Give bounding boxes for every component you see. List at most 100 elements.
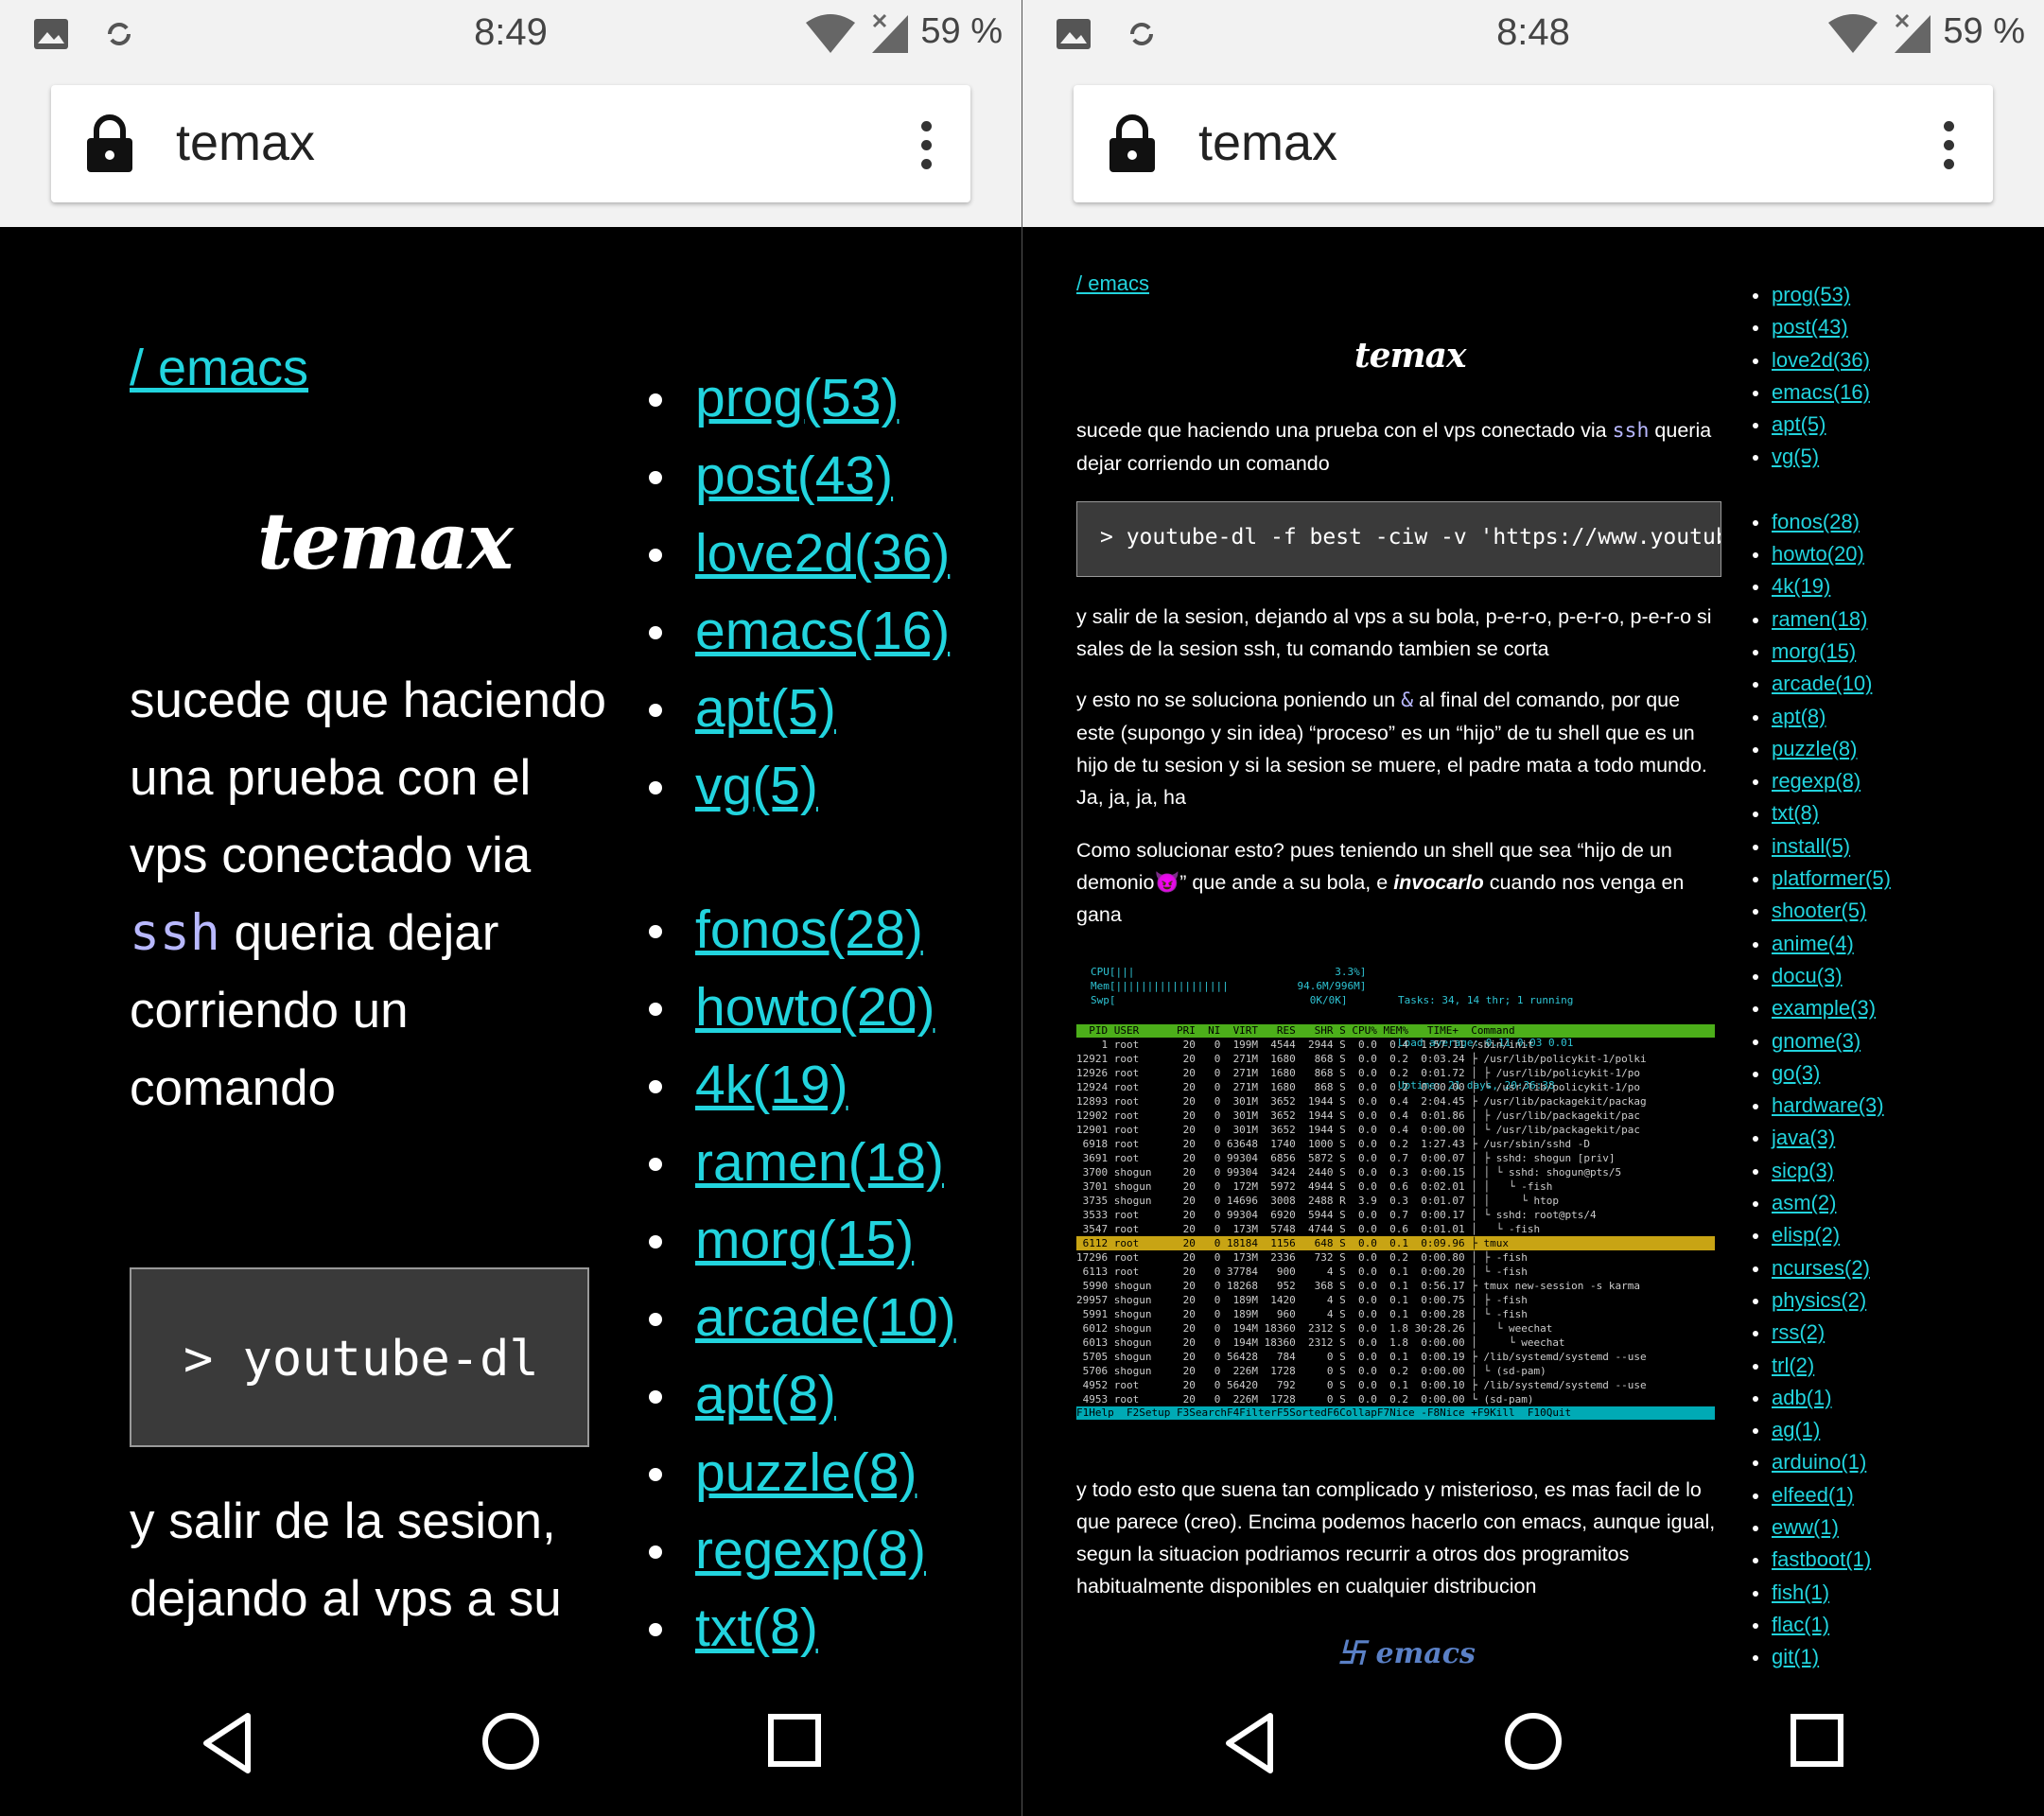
tag-link[interactable]: regexp(8) — [695, 1520, 926, 1580]
tag-link[interactable]: platformer(5) — [1772, 866, 1891, 890]
battery-percentage: 59 % — [920, 11, 1003, 51]
tag-link[interactable]: post(43) — [695, 445, 893, 506]
post-paragraph: y esto no se soluciona poniendo un & al … — [1076, 684, 1720, 813]
emacs-logo-text: emacs — [1375, 1637, 1476, 1670]
tag-link[interactable]: arcade(10) — [1772, 672, 1872, 695]
tag-link[interactable]: arcade(10) — [695, 1287, 956, 1348]
tag-link[interactable]: love2d(36) — [1772, 348, 1870, 372]
url-bar[interactable]: temax — [51, 85, 970, 202]
tag-link[interactable]: ag(1) — [1772, 1418, 1820, 1441]
tag-link[interactable]: ncurses(2) — [1772, 1256, 1870, 1280]
htop-process-row: 3701 shogun 20 0 172M 5972 4944 S 0.0 0.… — [1076, 1180, 1553, 1193]
tag-link[interactable]: post(43) — [1772, 315, 1848, 339]
tag-link[interactable]: apt(5) — [695, 678, 836, 739]
breadcrumb-link[interactable]: / emacs — [130, 339, 308, 397]
tag-link[interactable]: apt(8) — [695, 1365, 836, 1425]
tag-item: eww(1) — [1751, 1511, 1891, 1544]
more-options-icon[interactable] — [921, 121, 933, 178]
tag-link[interactable]: love2d(36) — [695, 523, 950, 584]
htop-process-row: 3735 shogun 20 0 14696 3008 2488 R 3.9 0… — [1076, 1195, 1559, 1207]
tag-item: regexp(8) — [1751, 765, 1891, 797]
tag-list: prog(53) post(43) love2d(36) emacs(16) a… — [643, 359, 956, 1667]
lock-icon — [1109, 114, 1155, 172]
tag-link[interactable]: asm(2) — [1772, 1191, 1836, 1214]
tag-item: physics(2) — [1751, 1284, 1891, 1317]
tag-link[interactable]: vg(5) — [1772, 445, 1819, 468]
recents-icon[interactable] — [766, 1712, 823, 1769]
tag-link[interactable]: install(5) — [1772, 834, 1850, 858]
site-logo: temax — [257, 497, 514, 587]
url-text[interactable]: temax — [1198, 114, 1337, 172]
tag-link[interactable]: apt(8) — [1772, 705, 1826, 728]
tag-link[interactable]: anime(4) — [1772, 932, 1854, 955]
tag-link[interactable]: shooter(5) — [1772, 899, 1866, 922]
htop-process-row: 5706 shogun 20 0 226M 1728 0 S 0.0 0.2 0… — [1076, 1365, 1546, 1377]
tag-link[interactable]: adb(1) — [1772, 1386, 1832, 1409]
tag-item: arduino(1) — [1751, 1446, 1891, 1478]
tag-link[interactable]: morg(15) — [695, 1210, 914, 1270]
signal-icon — [872, 13, 908, 53]
more-options-icon[interactable] — [1944, 121, 1955, 178]
tag-link[interactable]: fonos(28) — [1772, 510, 1860, 533]
tag-link[interactable]: elisp(2) — [1772, 1223, 1840, 1247]
tag-link[interactable]: flac(1) — [1772, 1613, 1829, 1636]
tag-link[interactable]: howto(20) — [1772, 542, 1864, 566]
tag-link[interactable]: emacs(16) — [1772, 380, 1870, 404]
tag-link[interactable]: ramen(18) — [1772, 607, 1867, 631]
tag-link[interactable]: txt(8) — [1772, 801, 1819, 825]
tag-link[interactable]: sicp(3) — [1772, 1159, 1834, 1182]
tag-link[interactable]: eww(1) — [1772, 1515, 1839, 1539]
recents-icon[interactable] — [1789, 1712, 1845, 1769]
tag-link[interactable]: trl(2) — [1772, 1353, 1814, 1377]
home-icon[interactable] — [1502, 1710, 1564, 1772]
tag-link[interactable]: go(3) — [1772, 1061, 1820, 1085]
tag-link[interactable]: example(3) — [1772, 996, 1876, 1020]
url-text[interactable]: temax — [176, 114, 315, 172]
tag-link[interactable]: txt(8) — [695, 1598, 818, 1658]
tag-link[interactable]: puzzle(8) — [695, 1442, 917, 1503]
tag-link[interactable]: fonos(28) — [695, 899, 923, 960]
home-icon[interactable] — [480, 1710, 542, 1772]
devil-emoji: 😈 — [1154, 871, 1180, 894]
htop-process-row: 12902 root 20 0 301M 3652 1944 S 0.0 0.4… — [1076, 1109, 1641, 1122]
inline-code: & — [1401, 689, 1414, 712]
android-nav-bar — [1022, 1674, 2044, 1816]
tag-link[interactable]: prog(53) — [1772, 283, 1850, 306]
tag-link[interactable]: arduino(1) — [1772, 1450, 1866, 1474]
back-icon[interactable] — [199, 1710, 255, 1776]
tag-link[interactable]: vg(5) — [695, 756, 818, 816]
tag-link[interactable]: fastboot(1) — [1772, 1547, 1871, 1571]
url-bar[interactable]: temax — [1074, 85, 1993, 202]
tag-link[interactable]: prog(53) — [695, 368, 899, 428]
tag-link[interactable]: rss(2) — [1772, 1320, 1825, 1344]
tag-link[interactable]: apt(5) — [1772, 412, 1826, 436]
tag-item: puzzle(8) — [1751, 733, 1891, 765]
tag-link[interactable]: physics(2) — [1772, 1288, 1866, 1312]
tag-link[interactable]: 4k(19) — [695, 1055, 848, 1115]
tag-link[interactable]: fish(1) — [1772, 1580, 1829, 1604]
htop-process-row: 3700 shogun 20 0 99304 3424 2440 S 0.0 0… — [1076, 1166, 1622, 1179]
htop-process-row: 1 root 20 0 199M 4544 2944 S 0.0 0.4 1:5… — [1076, 1039, 1534, 1051]
tag-link[interactable]: gnome(3) — [1772, 1029, 1861, 1053]
tag-link[interactable]: morg(15) — [1772, 639, 1856, 663]
tag-link[interactable]: regexp(8) — [1772, 769, 1861, 793]
tag-item: apt(8) — [1751, 701, 1891, 733]
tag-link[interactable]: git(1) — [1772, 1645, 1819, 1668]
tag-link[interactable]: docu(3) — [1772, 964, 1843, 987]
back-icon[interactable] — [1221, 1710, 1278, 1776]
tag-link[interactable]: emacs(16) — [695, 601, 950, 661]
breadcrumb-link[interactable]: / emacs — [1076, 271, 1149, 296]
tag-link[interactable]: 4k(19) — [1772, 574, 1830, 598]
tag-link[interactable]: hardware(3) — [1772, 1093, 1884, 1117]
cpu-meter: CPU[||| 3.3%] — [1091, 966, 1367, 978]
android-nav-bar — [0, 1674, 1022, 1816]
tag-item: docu(3) — [1751, 960, 1891, 992]
tag-item: asm(2) — [1751, 1187, 1891, 1219]
tag-link[interactable]: puzzle(8) — [1772, 737, 1857, 760]
tag-link[interactable]: elfeed(1) — [1772, 1483, 1854, 1507]
tag-link[interactable]: howto(20) — [695, 977, 935, 1038]
htop-process-row: 12926 root 20 0 271M 1680 868 S 0.0 0.2 … — [1076, 1067, 1641, 1079]
tag-link[interactable]: ramen(18) — [695, 1132, 944, 1193]
tag-link[interactable]: java(3) — [1772, 1126, 1835, 1149]
tag-item: emacs(16) — [1751, 376, 1891, 409]
